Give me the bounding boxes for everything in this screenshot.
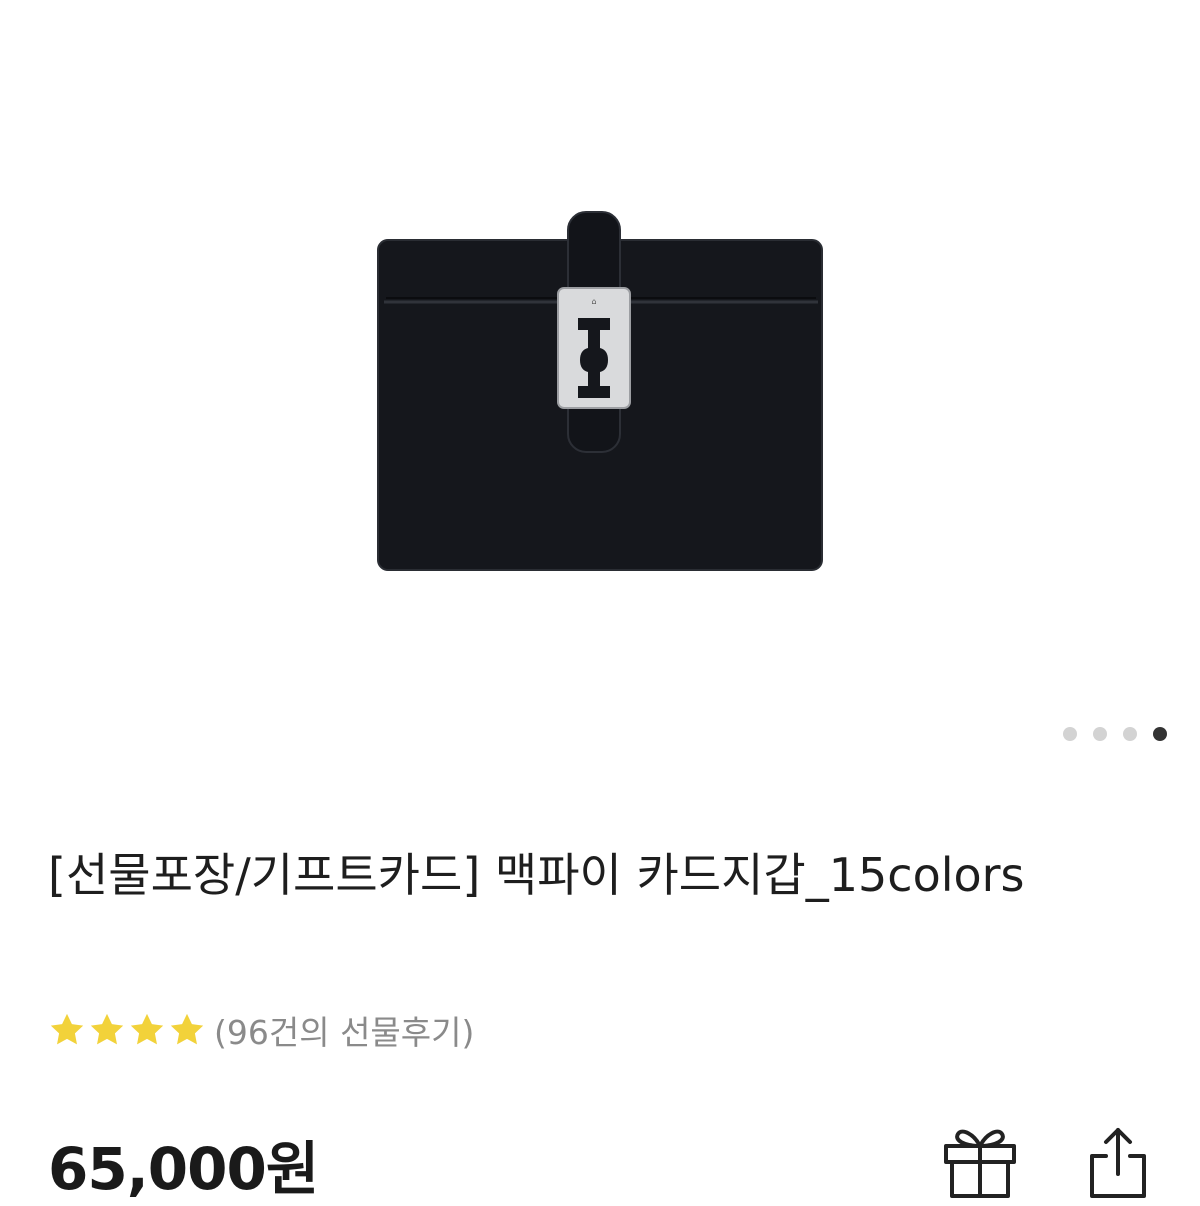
image-pager[interactable] (1063, 727, 1167, 741)
svg-text:⌂: ⌂ (591, 297, 596, 306)
product-image-gallery[interactable]: ⌂ (0, 0, 1200, 800)
star-icon (90, 1013, 124, 1045)
share-button[interactable] (1078, 1122, 1158, 1200)
pager-dot-active[interactable] (1153, 727, 1167, 741)
product-rating[interactable]: (96건의 선물후기) (48, 1005, 474, 1055)
star-icon (170, 1013, 204, 1045)
product-title: [선물포장/기프트카드] 맥파이 카드지갑_15colors (48, 848, 1025, 902)
star-icon (50, 1013, 84, 1045)
gift-button[interactable] (940, 1122, 1020, 1200)
pager-dot[interactable] (1093, 727, 1107, 741)
star-icon (130, 1013, 164, 1045)
product-photo: ⌂ (377, 211, 823, 571)
review-count[interactable]: (96건의 선물후기) (214, 1006, 474, 1054)
share-icon (1090, 1128, 1146, 1198)
pager-dot[interactable] (1123, 727, 1137, 741)
pager-dot[interactable] (1063, 727, 1077, 741)
gift-icon (944, 1129, 1016, 1198)
product-price: 65,000원 (48, 1135, 319, 1203)
rating-stars (48, 1011, 206, 1049)
